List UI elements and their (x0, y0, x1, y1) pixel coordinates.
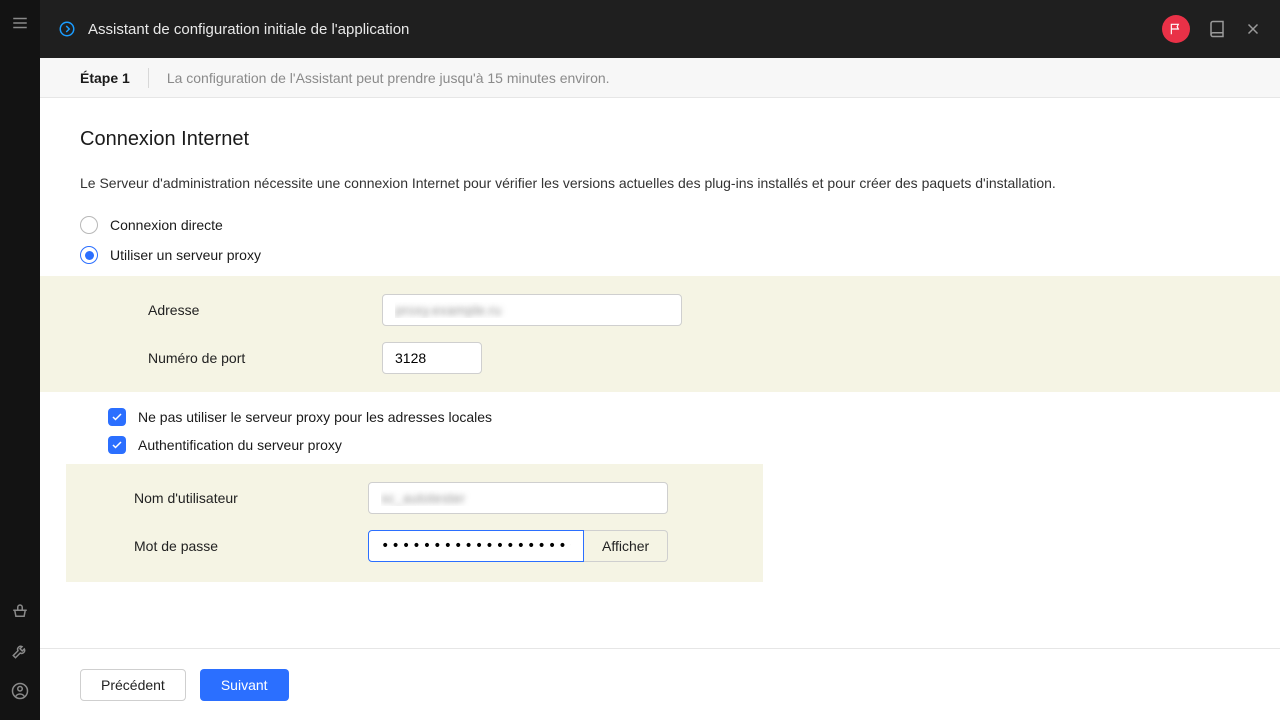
menu-icon[interactable] (11, 14, 29, 32)
wizard-icon (58, 20, 76, 38)
radio-direct-connection[interactable] (80, 216, 98, 234)
proxy-port-input[interactable] (382, 342, 482, 374)
checkbox-proxy-auth-label[interactable]: Authentification du serveur proxy (138, 437, 342, 453)
proxy-settings-block: Adresse Numéro de port (40, 276, 1280, 392)
radio-use-proxy[interactable] (80, 246, 98, 264)
auth-password-label: Mot de passe (134, 538, 368, 554)
proxy-auth-block: Nom d'utilisateur Mot de passe Afficher (66, 464, 763, 582)
sidebar-rail (0, 0, 40, 720)
auth-password-input[interactable] (368, 530, 584, 562)
checkbox-bypass-local-label[interactable]: Ne pas utiliser le serveur proxy pour le… (138, 409, 492, 425)
page-title: Assistant de configuration initiale de l… (88, 21, 409, 38)
step-description: La configuration de l'Assistant peut pre… (167, 70, 610, 86)
show-password-button[interactable]: Afficher (584, 530, 668, 562)
proxy-address-input[interactable] (382, 294, 682, 326)
radio-proxy-label[interactable]: Utiliser un serveur proxy (110, 247, 261, 263)
radio-direct-label[interactable]: Connexion directe (110, 217, 223, 233)
checkbox-bypass-local[interactable] (108, 408, 126, 426)
proxy-address-label: Adresse (148, 302, 382, 318)
account-icon[interactable] (11, 682, 29, 700)
close-icon[interactable] (1244, 20, 1262, 38)
step-divider (148, 68, 149, 88)
content-area: Connexion Internet Le Serveur d'administ… (40, 98, 1280, 648)
bookmark-icon[interactable] (1208, 20, 1226, 38)
section-description: Le Serveur d'administration nécessite un… (80, 173, 1240, 194)
step-label: Étape 1 (80, 70, 130, 86)
basket-icon[interactable] (11, 602, 29, 620)
proxy-port-label: Numéro de port (148, 350, 382, 366)
wrench-icon[interactable] (11, 642, 29, 660)
section-title: Connexion Internet (80, 128, 1240, 151)
auth-username-input[interactable] (368, 482, 668, 514)
previous-button[interactable]: Précédent (80, 669, 186, 701)
next-button[interactable]: Suivant (200, 669, 289, 701)
wizard-footer: Précédent Suivant (40, 648, 1280, 720)
checkbox-proxy-auth[interactable] (108, 436, 126, 454)
titlebar: Assistant de configuration initiale de l… (40, 0, 1280, 58)
auth-username-label: Nom d'utilisateur (134, 490, 368, 506)
step-bar: Étape 1 La configuration de l'Assistant … (40, 58, 1280, 98)
feedback-flag-button[interactable] (1162, 15, 1190, 43)
